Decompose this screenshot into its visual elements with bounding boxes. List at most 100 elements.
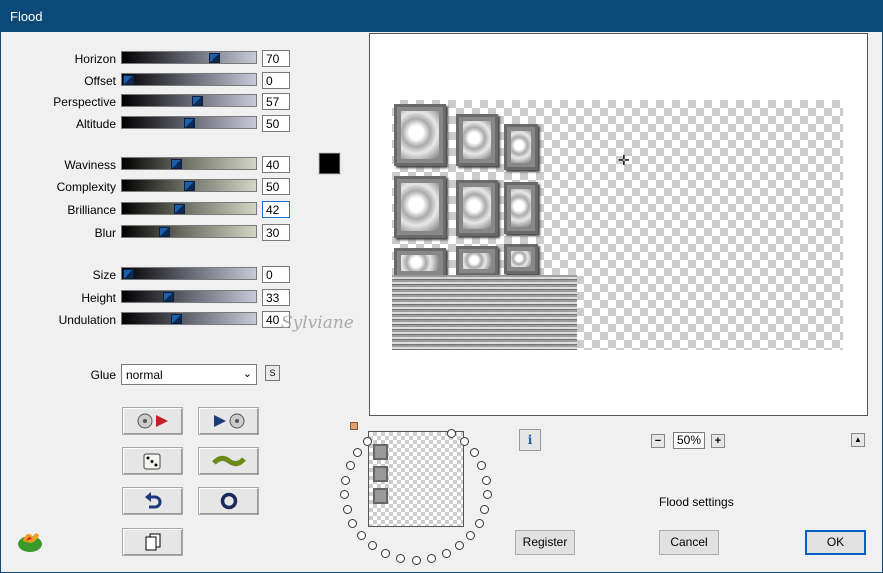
navigator-dot[interactable] [411,555,421,565]
blur-input[interactable]: 30 [262,224,290,241]
random-button[interactable] [122,447,183,475]
copy-button[interactable] [122,528,183,556]
waviness-label: Waviness [64,158,116,172]
app-logo-icon[interactable] [15,527,45,553]
size-input[interactable]: 0 [262,266,290,283]
navigator-dot[interactable] [356,531,366,541]
navigator-dot[interactable] [342,505,352,515]
glue-value: normal [126,368,163,382]
altitude-label: Altitude [75,117,116,131]
offset-slider[interactable] [121,73,257,86]
slider-thumb[interactable] [171,159,182,169]
height-input[interactable]: 33 [262,289,290,306]
perspective-slider[interactable] [121,94,257,107]
save-preset-button[interactable] [198,407,259,435]
glue-s-button[interactable]: S [265,365,280,381]
navigator-dot[interactable] [454,541,464,551]
preview-image [392,100,577,350]
ok-button[interactable]: OK [805,530,866,555]
cancel-button[interactable]: Cancel [659,530,719,555]
navigator-dot[interactable] [348,518,358,528]
brilliance-input[interactable]: 42 [262,201,290,218]
slider-thumb[interactable] [163,292,174,302]
navigator-dot[interactable] [396,553,406,563]
window-title: Flood [10,9,43,24]
brilliance-label: Brilliance [67,203,116,217]
waviness-input[interactable]: 40 [262,156,290,173]
status-text: Flood settings [659,495,734,509]
navigator-dot[interactable] [469,448,479,458]
copy-icon [145,533,160,551]
perspective-label: Perspective [53,95,116,109]
navigator-dot[interactable] [353,448,362,458]
navigator-dot[interactable] [474,518,484,528]
slider-thumb[interactable] [174,204,185,214]
navigator-dot[interactable] [482,490,492,500]
navigator-dot[interactable] [441,549,451,559]
load-preset-button[interactable] [122,407,183,435]
height-slider[interactable] [121,290,257,303]
altitude-input[interactable]: 50 [262,115,290,132]
navigator-dot[interactable] [340,490,350,500]
complexity-slider[interactable] [121,179,257,192]
slider-thumb[interactable] [209,53,220,63]
navigator-dot[interactable] [481,475,491,485]
reset-button[interactable] [198,487,259,515]
altitude-slider[interactable] [121,116,257,129]
glue-label: Glue [90,368,116,382]
blur-label: Blur [94,226,116,240]
ok-label: OK [826,535,845,549]
navigator-dot[interactable] [477,461,487,471]
watermark-signature: Sylviane [281,313,354,333]
complexity-label: Complexity [56,180,116,194]
info-button[interactable]: i [519,429,541,451]
slider-thumb[interactable] [171,314,182,324]
navigator-dot[interactable] [341,475,351,485]
flood-dialog: Flood Horizon 70 Offset 0 Perspective 57… [0,0,883,573]
slider-thumb[interactable] [123,269,134,279]
undo-button[interactable] [122,487,183,515]
size-label: Size [92,268,116,282]
navigator-dot[interactable] [466,531,476,541]
perspective-input[interactable]: 57 [262,93,290,110]
slider-thumb[interactable] [159,227,170,237]
wave-button[interactable] [198,447,259,475]
slider-thumb[interactable] [184,181,195,191]
title-bar: Flood [1,1,882,32]
navigator-dot[interactable] [345,461,355,471]
zoom-out-button[interactable]: − [651,434,665,448]
slider-thumb[interactable] [123,75,134,85]
info-icon: i [527,433,533,447]
collapse-button[interactable]: ▲ [851,433,865,447]
navigator-dot[interactable] [459,437,469,447]
navigator-handle[interactable] [350,422,358,430]
zoom-in-button[interactable]: + [711,434,725,448]
slider-thumb[interactable] [192,96,203,106]
undulation-slider[interactable] [121,312,257,325]
height-label: Height [81,291,116,305]
navigator-dot[interactable] [426,553,436,563]
navigator-dot[interactable] [368,541,378,551]
navigator-dot[interactable] [381,549,391,559]
offset-input[interactable]: 0 [262,72,290,89]
complexity-input[interactable]: 50 [262,178,290,195]
slider-thumb[interactable] [184,118,195,128]
glue-select[interactable]: normal ⌄ [121,364,257,385]
navigator-thumbnail[interactable] [368,431,464,527]
reset-icon [220,492,237,510]
blur-slider[interactable] [121,225,257,238]
waviness-slider[interactable] [121,157,257,170]
horizon-input[interactable]: 70 [262,50,290,67]
navigator-dot[interactable] [480,505,490,515]
undo-icon [144,492,161,509]
brilliance-slider[interactable] [121,202,257,215]
load-preset-icon [137,413,168,429]
preview-pane[interactable]: ✛ [369,33,868,416]
navigator-dot[interactable] [447,428,457,438]
color-swatch[interactable] [318,152,341,175]
size-slider[interactable] [121,267,257,280]
cancel-label: Cancel [670,535,708,549]
horizon-slider[interactable] [121,51,257,64]
flood-water [392,275,577,350]
register-button[interactable]: Register [515,530,575,555]
